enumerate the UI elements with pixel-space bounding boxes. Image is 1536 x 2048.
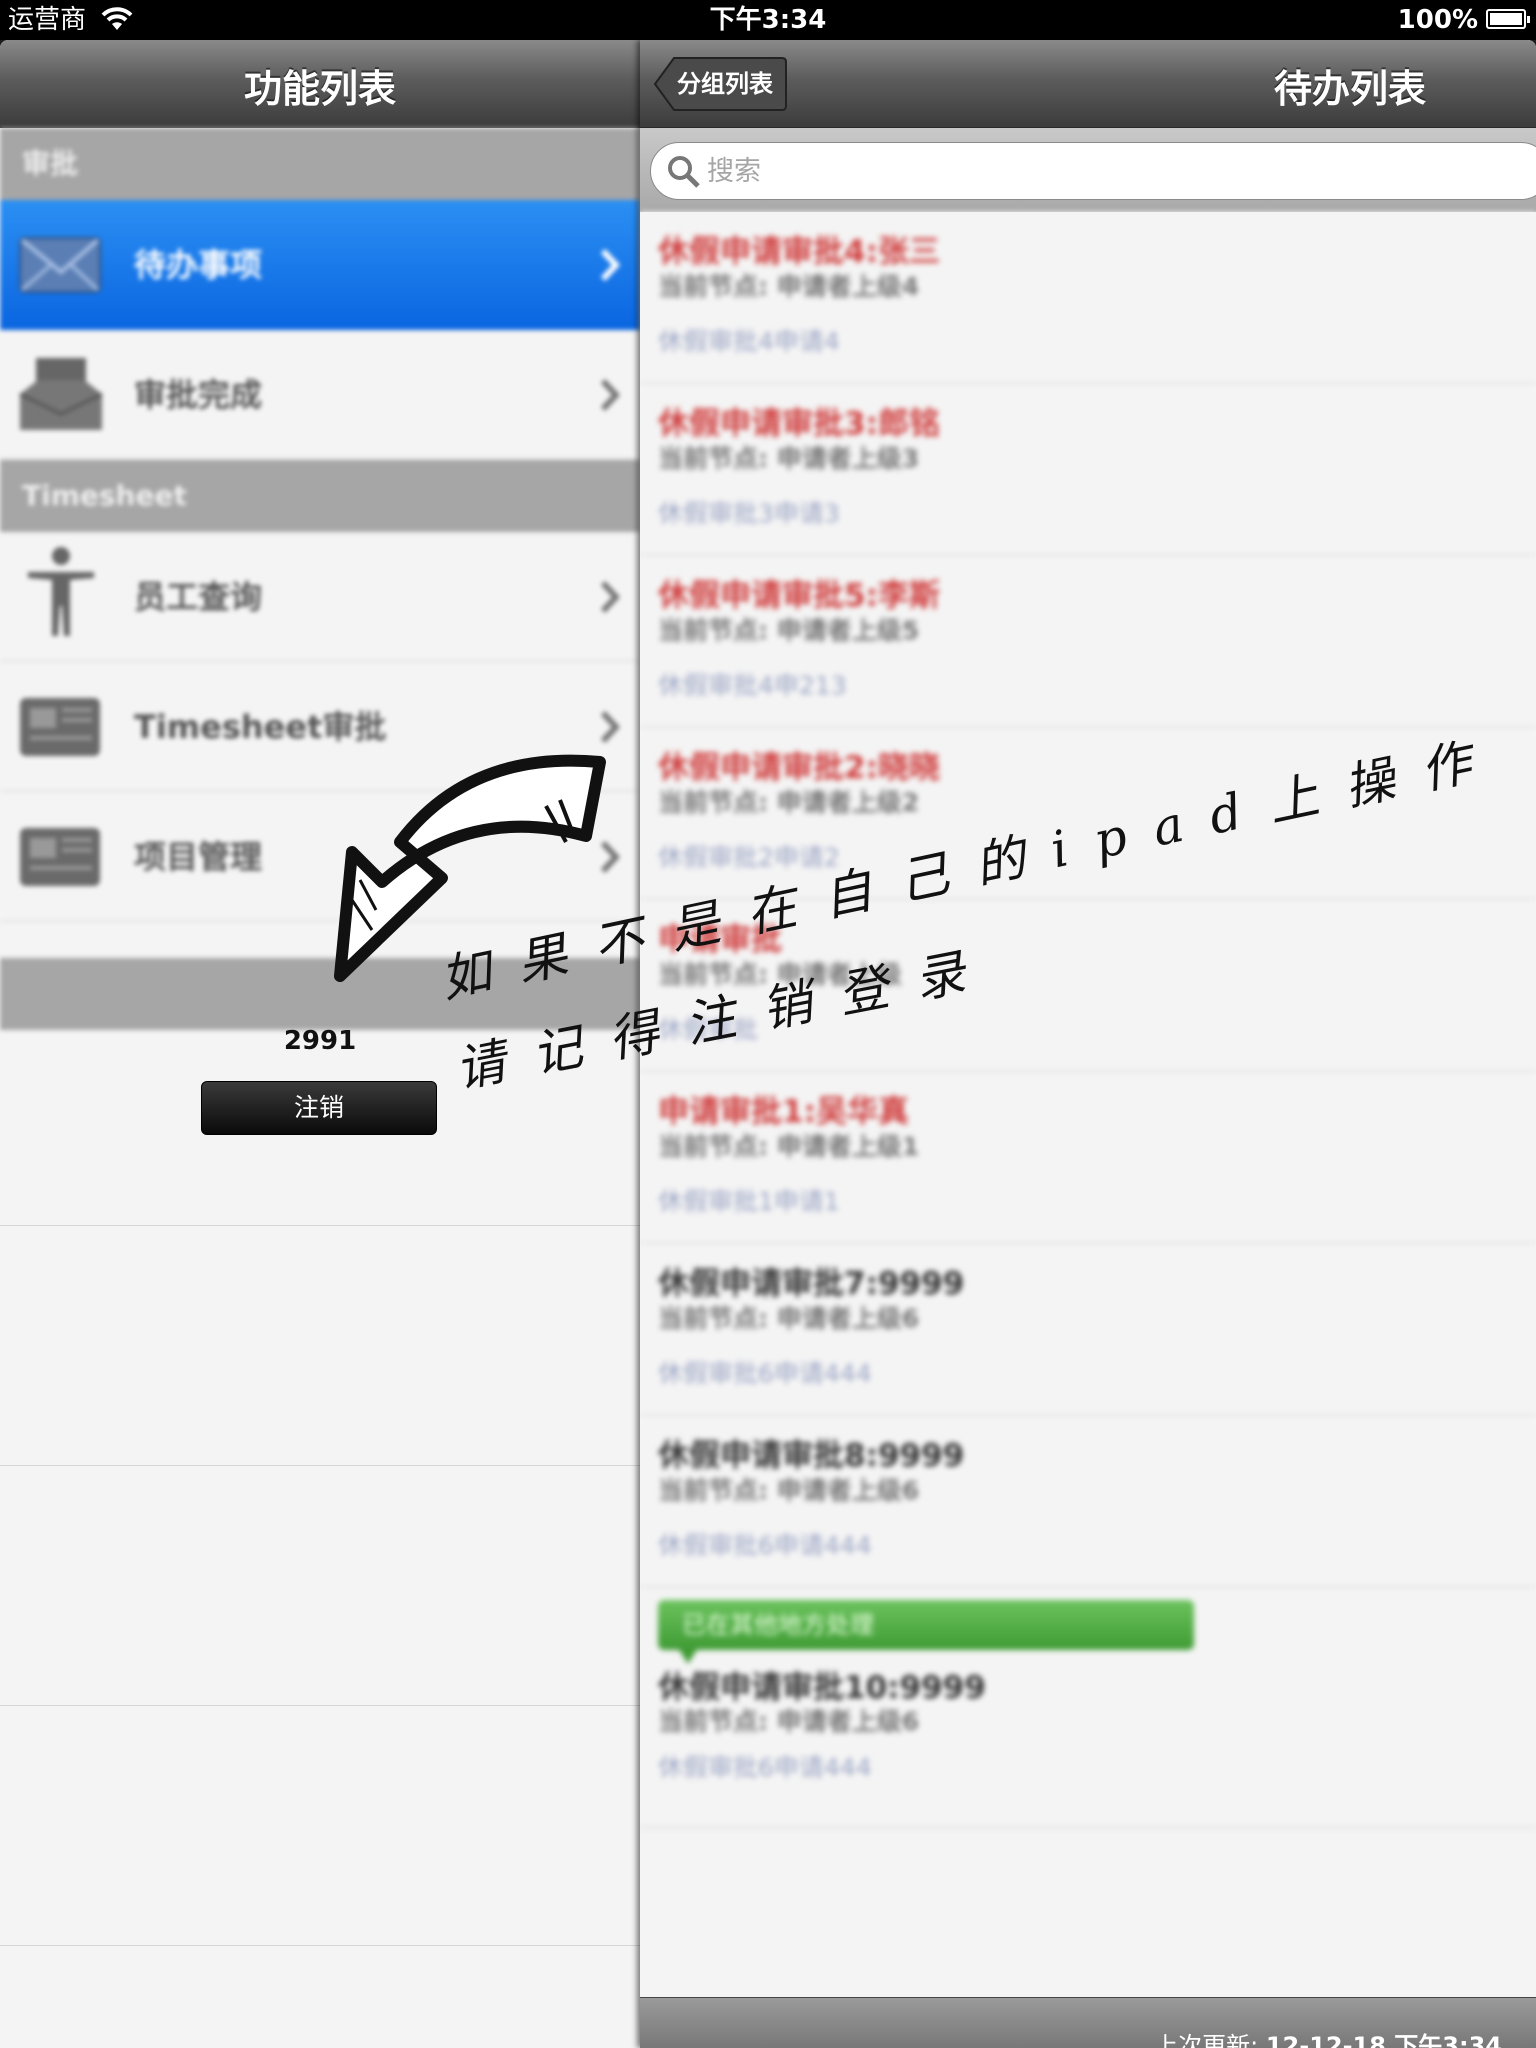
menu-item-label: 审批完成 xyxy=(134,376,263,414)
item-title: 休假申请审批5:李斯 xyxy=(658,578,940,614)
item-title: 休假申请审批4:张三 xyxy=(658,234,940,270)
item-title: 申请审批 xyxy=(658,922,782,958)
menu-item-label: 待办事项 xyxy=(134,246,263,284)
status-badge: 已在其他地方处理 xyxy=(658,1600,1194,1664)
todo-list: 休假申请审批4:张三 当前节点: 申请者上级4 休假审批4申请4 休假申请审批3… xyxy=(640,212,1536,1997)
menu-item-employee-query[interactable]: 员工查询 xyxy=(0,532,640,662)
item-node: 当前节点: 申请者上级3 xyxy=(658,444,920,473)
divider xyxy=(0,1465,640,1466)
item-desc: 休假审批6申请444 xyxy=(658,1753,872,1782)
search-icon xyxy=(667,155,701,193)
list-item[interactable]: 休假申请审批7:9999 当前节点: 申请者上级6 休假审批6申请444 xyxy=(640,1244,1536,1416)
user-id: 2991 xyxy=(283,1026,357,1056)
chevron-right-icon xyxy=(600,840,621,874)
status-bar: 运营商 下午3:34 100% xyxy=(0,0,1536,40)
list-item[interactable]: 已在其他地方处理 休假申请审批10:9999 当前节点: 申请者上级6 休假审批… xyxy=(640,1588,1536,1828)
menu-item-project-management[interactable]: 项目管理 xyxy=(0,792,640,922)
function-menu: 审批 待办事项 审批完成 Timesheet 员工查询 Timesheet审批 … xyxy=(0,128,640,1030)
list-item[interactable]: 休假申请审批3:郎铭 当前节点: 申请者上级3 休假审批3申请3 xyxy=(640,384,1536,556)
divider xyxy=(0,1705,640,1706)
master-navbar: 功能列表 xyxy=(0,40,640,128)
chevron-right-icon xyxy=(600,378,621,412)
item-node: 当前节点: 申请者上级5 xyxy=(658,616,920,645)
item-title: 休假申请审批7:9999 xyxy=(658,1266,965,1302)
item-desc: 休假审批6申请444 xyxy=(658,1359,872,1388)
item-desc: 休假审批1申请1 xyxy=(658,1187,840,1216)
inbox-tray-icon xyxy=(18,358,104,432)
item-desc: 休假审批3申请3 xyxy=(658,499,840,528)
detail-title: 待办列表 xyxy=(1273,67,1426,111)
item-desc: 休假审批2申请2 xyxy=(658,843,840,872)
chevron-right-icon xyxy=(600,248,621,282)
search-input[interactable]: 搜索 xyxy=(650,142,1536,200)
battery-icon xyxy=(1486,9,1530,29)
menu-item-label: Timesheet审批 xyxy=(134,708,387,746)
chevron-right-icon xyxy=(600,580,621,614)
clock: 下午3:34 xyxy=(709,5,827,35)
divider xyxy=(0,1225,640,1226)
section-header-approval: 审批 xyxy=(0,128,640,200)
item-title: 休假申请审批2:晓晓 xyxy=(658,750,940,786)
section-footer xyxy=(0,958,640,1030)
item-title: 休假申请审批8:9999 xyxy=(658,1438,965,1474)
item-title: 休假申请审批10:9999 xyxy=(658,1670,986,1706)
newspaper-icon xyxy=(18,820,104,894)
item-title: 休假申请审批3:郎铭 xyxy=(658,406,940,442)
detail-navbar: 分组列表 待办列表 xyxy=(640,40,1536,128)
item-node: 当前节点: 申请者上级6 xyxy=(658,1476,920,1505)
list-item[interactable]: 休假申请审批4:张三 当前节点: 申请者上级4 休假审批4申请4 xyxy=(640,212,1536,384)
item-node: 当前节点: 申请者上级4 xyxy=(658,272,920,301)
item-node: 当前节点: 申请者上级2 xyxy=(658,788,920,817)
list-item[interactable]: 休假申请审批2:晓晓 当前节点: 申请者上级2 休假审批2申请2 xyxy=(640,728,1536,900)
master-panel: 功能列表 审批 待办事项 审批完成 Timesheet 员工查询 Timeshe… xyxy=(0,40,640,2048)
menu-item-approved[interactable]: 审批完成 xyxy=(0,330,640,460)
item-node: 当前节点: 申请者上级 xyxy=(658,960,902,989)
envelope-icon xyxy=(18,228,104,302)
menu-item-timesheet-approval[interactable]: Timesheet审批 xyxy=(0,662,640,792)
divider xyxy=(0,1945,640,1946)
item-desc: 休假审批6申请444 xyxy=(658,1531,872,1560)
list-item[interactable]: 申请审批 当前节点: 申请者上级 休假审批 xyxy=(640,900,1536,1072)
menu-item-label: 员工查询 xyxy=(134,578,263,616)
item-desc: 休假审批4申请4 xyxy=(658,327,840,356)
detail-toolbar: 上次更新: 12-12-18 下午3:34 xyxy=(640,1997,1536,2048)
item-desc: 休假审批 xyxy=(658,1015,759,1044)
item-desc: 休假审批4申213 xyxy=(658,671,847,700)
menu-item-todo[interactable]: 待办事项 xyxy=(0,200,640,330)
section-header-timesheet: Timesheet xyxy=(0,460,640,532)
menu-item-label: 项目管理 xyxy=(134,838,263,876)
back-button[interactable]: 分组列表 xyxy=(654,56,788,112)
list-item[interactable]: 休假申请审批8:9999 当前节点: 申请者上级6 休假审批6申请444 xyxy=(640,1416,1536,1588)
search-bar: 搜索 xyxy=(640,128,1536,212)
list-item[interactable]: 休假申请审批5:李斯 当前节点: 申请者上级5 休假审批4申213 xyxy=(640,556,1536,728)
item-node: 当前节点: 申请者上级6 xyxy=(658,1304,920,1333)
battery-percent: 100% xyxy=(1397,5,1478,35)
last-updated: 上次更新: 12-12-18 下午3:34 xyxy=(1154,2026,1502,2048)
item-title: 申请审批1:吴华真 xyxy=(658,1094,909,1130)
back-button-label: 分组列表 xyxy=(677,70,773,98)
logout-button[interactable]: 注销 xyxy=(201,1081,437,1135)
last-updated-value: 12-12-18 下午3:34 xyxy=(1265,2032,1502,2048)
detail-panel: 分组列表 待办列表 搜索 休假申请审批4:张三 当前节点: 申请者上级4 休假审… xyxy=(640,40,1536,2048)
item-node: 当前节点: 申请者上级1 xyxy=(658,1132,920,1161)
chevron-right-icon xyxy=(600,710,621,744)
master-title: 功能列表 xyxy=(243,67,396,111)
list-item[interactable]: 申请审批1:吴华真 当前节点: 申请者上级1 休假审批1申请1 xyxy=(640,1072,1536,1244)
person-icon xyxy=(18,547,104,636)
search-placeholder: 搜索 xyxy=(707,156,761,187)
newspaper-icon xyxy=(18,690,104,764)
item-node: 当前节点: 申请者上级6 xyxy=(658,1707,920,1736)
last-updated-label: 上次更新: xyxy=(1154,2032,1259,2048)
